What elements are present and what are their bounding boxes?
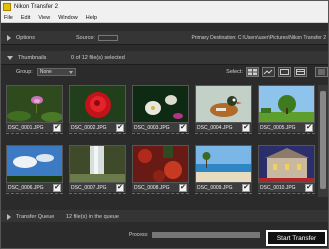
deselect-icon[interactable] [294, 67, 307, 77]
thumbnail-caption: DSC_0010.JPG ✔ [258, 183, 315, 192]
photo-red-leaves [132, 145, 189, 183]
thumbnail-caption: DSC_0006.JPG ✔ [6, 183, 63, 192]
queue-status: 12 file(s) in the queue [66, 213, 119, 220]
thumbnail-caption: DSC_0009.JPG ✔ [195, 183, 252, 192]
source-icon [97, 34, 118, 41]
photo-waterfall [69, 145, 126, 183]
thumbnail-row-2: DSC_0006.JPG ✔ DSC_0007.JPG ✔ DSC_0008.J… [6, 145, 316, 198]
options-label: Options [16, 34, 35, 41]
thumbnail-row-1: DSC_0001.JPG ✔ DSC_0002.JPG ✔ DSC_0003.J… [6, 85, 316, 138]
thumbnail-item[interactable]: DSC_0007.JPG ✔ [69, 145, 126, 198]
thumbnail-item[interactable]: DSC_0010.JPG ✔ [258, 145, 315, 198]
rating-placeholder [195, 133, 252, 138]
title-bar: Nikon Transfer 2 [1, 1, 328, 13]
group-select[interactable]: None [36, 68, 77, 76]
rating-placeholder [6, 193, 63, 198]
checkbox[interactable]: ✔ [53, 183, 61, 192]
expand-arrow-icon[interactable] [7, 34, 11, 41]
expand-arrow-icon[interactable] [7, 213, 11, 220]
thumbnail-item[interactable]: DSC_0006.JPG ✔ [6, 145, 63, 198]
photo-beach [195, 145, 252, 183]
rating-placeholder [195, 193, 252, 198]
checkbox[interactable]: ✔ [305, 123, 313, 132]
select-images-icon[interactable] [262, 67, 275, 77]
photo-mandarin-duck [195, 85, 252, 123]
checkbox[interactable]: ✔ [242, 123, 250, 132]
menu-edit[interactable]: Edit [21, 15, 30, 21]
thumbnail-caption: DSC_0005.JPG ✔ [258, 123, 315, 132]
file-name: DSC_0003.JPG [134, 124, 170, 131]
collapse-arrow-icon[interactable] [7, 55, 13, 60]
rating-placeholder [132, 193, 189, 198]
app-icon [3, 3, 11, 11]
rating-placeholder [6, 133, 63, 138]
photo-night-building [258, 145, 315, 183]
menu-window[interactable]: Window [58, 15, 78, 21]
checkbox[interactable]: ✔ [242, 183, 250, 192]
file-name: DSC_0006.JPG [8, 184, 44, 191]
photo-red-rose [69, 85, 126, 123]
file-name: DSC_0004.JPG [197, 124, 233, 131]
start-transfer-button[interactable]: Start Transfer [266, 230, 327, 246]
menu-bar: File Edit View Window Help [1, 13, 328, 23]
thumbnail-caption: DSC_0008.JPG ✔ [132, 183, 189, 192]
file-name: DSC_0005.JPG [260, 124, 296, 131]
checkbox[interactable]: ✔ [179, 123, 187, 132]
menu-view[interactable]: View [38, 15, 50, 21]
process-progress-bar [152, 232, 261, 238]
file-name: DSC_0009.JPG [197, 184, 233, 191]
source-label: Source: [76, 34, 95, 41]
toolbar-row: Group: None Select: [1, 65, 328, 79]
thumbnail-item[interactable]: DSC_0008.JPG ✔ [132, 145, 189, 198]
thumbnail-item[interactable]: DSC_0005.JPG ✔ [258, 85, 315, 138]
rating-placeholder [69, 133, 126, 138]
rating-placeholder [258, 133, 315, 138]
thumbnail-item[interactable]: DSC_0003.JPG ✔ [132, 85, 189, 138]
scrollbar-thumb[interactable] [320, 91, 326, 189]
thumbnail-scrollbar[interactable] [318, 85, 328, 197]
thumbnail-item[interactable]: DSC_0002.JPG ✔ [69, 85, 126, 138]
thumbnail-caption: DSC_0003.JPG ✔ [132, 123, 189, 132]
select-label: Select: [226, 69, 243, 75]
thumbnail-caption: DSC_0007.JPG ✔ [69, 183, 126, 192]
thumbnail-caption: DSC_0004.JPG ✔ [195, 123, 252, 132]
transfer-queue-label: Transfer Queue [16, 213, 55, 220]
photo-white-flower [132, 85, 189, 123]
file-name: DSC_0008.JPG [134, 184, 170, 191]
photo-meadow-tree [258, 85, 315, 123]
file-name: DSC_0002.JPG [71, 124, 107, 131]
group-label: Group: [16, 69, 33, 75]
select-all-icon[interactable] [246, 67, 259, 77]
thumbnail-item[interactable]: DSC_0004.JPG ✔ [195, 85, 252, 138]
view-options-icon[interactable] [315, 67, 328, 77]
window-title: Nikon Transfer 2 [14, 4, 59, 10]
rating-placeholder [132, 133, 189, 138]
checkbox[interactable]: ✔ [305, 183, 313, 192]
file-name: DSC_0001.JPG [8, 124, 44, 131]
photo-cloudy-sky [6, 145, 63, 183]
file-name: DSC_0007.JPG [71, 184, 107, 191]
rating-placeholder [258, 193, 315, 198]
thumbnail-item[interactable]: DSC_0009.JPG ✔ [195, 145, 252, 198]
process-label: Process: [129, 232, 149, 238]
nikon-transfer-window: Nikon Transfer 2 File Edit View Window H… [0, 0, 329, 249]
thumbnail-caption: DSC_0001.JPG ✔ [6, 123, 63, 132]
file-name: DSC_0010.JPG [260, 184, 296, 191]
menu-help[interactable]: Help [86, 15, 97, 21]
thumbnails-row[interactable]: Thumbnails 0 of 12 file(s) selected [1, 51, 328, 65]
primary-destination: Primary Destination: C:\Users\user\Pictu… [191, 34, 327, 41]
menu-file[interactable]: File [4, 15, 13, 21]
checkbox[interactable]: ✔ [179, 183, 187, 192]
thumbnail-item[interactable]: DSC_0001.JPG ✔ [6, 85, 63, 138]
checkbox[interactable]: ✔ [116, 183, 124, 192]
selected-status: 0 of 12 file(s) selected [71, 54, 125, 61]
thumbnails-label: Thumbnails [18, 54, 47, 61]
thumbnail-caption: DSC_0002.JPG ✔ [69, 123, 126, 132]
options-row[interactable]: Options Source: Primary Destination: C:\… [1, 31, 328, 45]
select-movies-icon[interactable] [278, 67, 291, 77]
checkbox[interactable]: ✔ [116, 123, 124, 132]
checkbox[interactable]: ✔ [53, 123, 61, 132]
photo-water-lily [6, 85, 63, 123]
rating-placeholder [69, 193, 126, 198]
